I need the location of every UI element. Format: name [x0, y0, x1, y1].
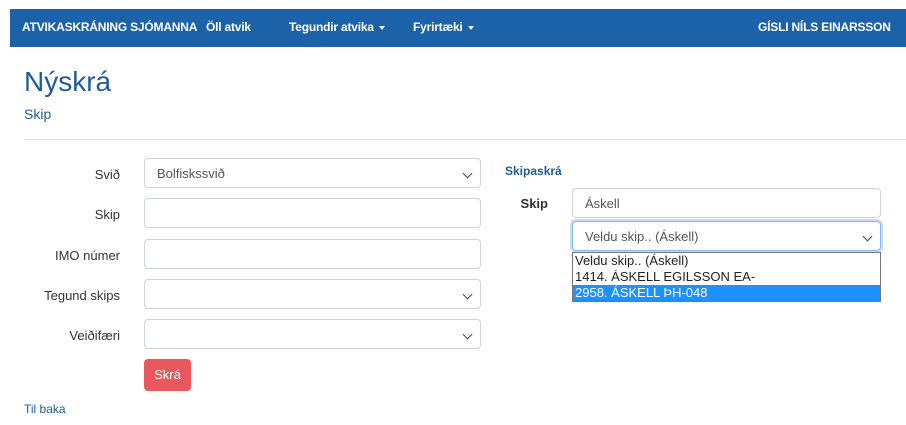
chevron-down-icon — [462, 329, 473, 340]
dropdown-option-selected[interactable]: 2958. ÁSKELL ÞH-048 — [573, 285, 880, 301]
registry-select-value: Veldu skip.. (Áskell) — [585, 229, 699, 244]
brand-link[interactable]: ATVIKASKRÁNING SJÓMANNA — [22, 20, 197, 34]
svid-value: Bolfiskssvið — [157, 166, 225, 181]
caret-down-icon — [467, 25, 474, 30]
ship-dropdown-list: Veldu skip.. (Áskell) 1414. ÁSKELL EGILS… — [572, 252, 881, 302]
svid-select[interactable]: Bolfiskssvið — [144, 158, 481, 188]
registry-ship-select[interactable]: Veldu skip.. (Áskell) — [572, 221, 881, 251]
page-subtitle: Skip — [24, 106, 52, 122]
caret-down-icon — [378, 25, 385, 30]
registry-skip-label: Skip — [520, 196, 548, 211]
tegund-label: Tegund skips — [44, 288, 120, 303]
chevron-down-icon — [462, 168, 473, 179]
tegund-select[interactable] — [144, 279, 481, 309]
imo-input[interactable] — [144, 239, 481, 269]
registry-search-input[interactable]: Áskell — [572, 188, 881, 218]
nav-all-incidents[interactable]: Öll atvik — [206, 20, 251, 34]
svid-label: Svið — [94, 167, 120, 182]
submit-button[interactable]: Skrá — [144, 359, 191, 391]
back-link[interactable]: Til baka — [24, 402, 66, 416]
veidarfaeri-label: Veiðifæri — [69, 328, 120, 343]
nav-companies-label: Fyrirtæki — [413, 20, 463, 34]
page-title: Nýskrá — [24, 66, 112, 97]
divider — [24, 139, 906, 140]
veidarfaeri-select[interactable] — [144, 319, 481, 349]
skip-label: Skip — [94, 207, 120, 222]
imo-label: IMO númer — [54, 248, 120, 263]
chevron-down-icon — [862, 231, 873, 242]
top-navbar: ATVIKASKRÁNING SJÓMANNA Öll atvik Tegund… — [10, 9, 906, 47]
chevron-down-icon — [462, 289, 473, 300]
dropdown-option[interactable]: 1414. ÁSKELL EGILSSON EA- — [573, 269, 880, 285]
skip-input[interactable] — [144, 198, 481, 228]
registry-heading: Skipaskrá — [505, 164, 562, 178]
nav-companies[interactable]: Fyrirtæki — [413, 20, 474, 34]
dropdown-option[interactable]: Veldu skip.. (Áskell) — [573, 253, 880, 269]
nav-incident-types-label: Tegundir atvika — [289, 20, 374, 34]
nav-incident-types[interactable]: Tegundir atvika — [289, 20, 385, 34]
user-menu[interactable]: GÍSLI NÍLS EINARSSON — [758, 20, 891, 34]
